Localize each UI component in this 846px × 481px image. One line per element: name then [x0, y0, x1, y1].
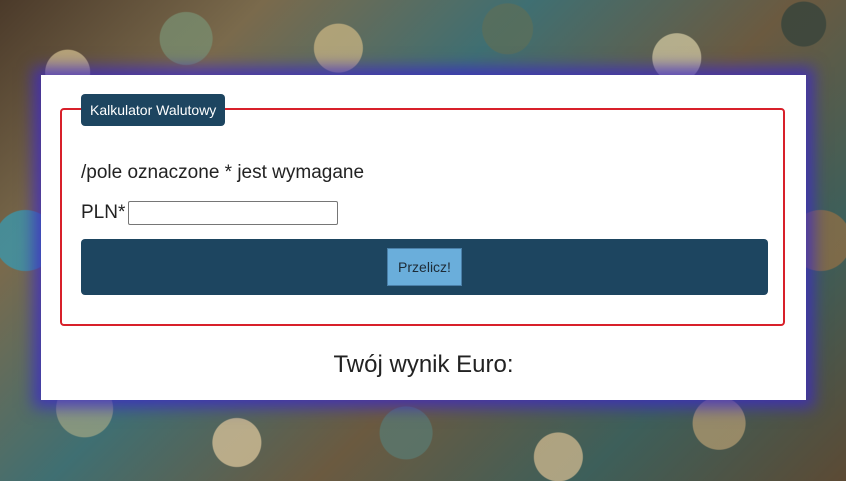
- calculator-fieldset: Kalkulator Walutowy /pole oznaczone * je…: [60, 94, 785, 326]
- fieldset-legend: Kalkulator Walutowy: [81, 94, 226, 126]
- pln-input[interactable]: [128, 201, 339, 225]
- result-label: Twój wynik Euro:: [333, 351, 514, 378]
- convert-button[interactable]: Przelicz!: [387, 248, 462, 286]
- pln-field-row: PLN*: [81, 201, 339, 225]
- calculator-panel: Kalkulator Walutowy /pole oznaczone * je…: [41, 75, 806, 400]
- submit-bar: Przelicz!: [81, 239, 768, 295]
- pln-label: PLN*: [81, 202, 126, 223]
- required-fields-note: /pole oznaczone * jest wymagane: [81, 162, 365, 183]
